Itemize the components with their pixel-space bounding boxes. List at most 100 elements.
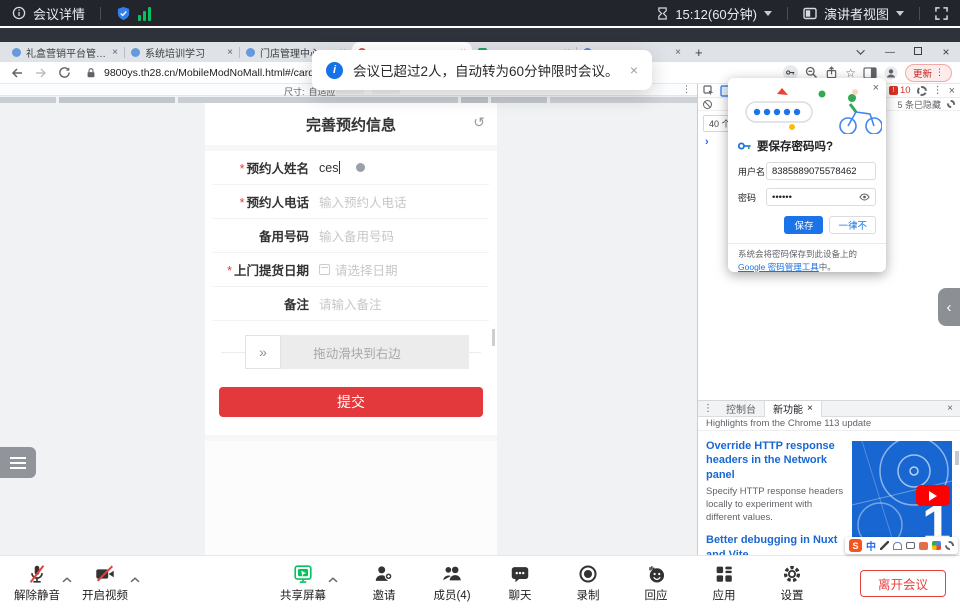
username-input[interactable]: 8385889075578462 <box>766 162 876 180</box>
ime-apps-icon[interactable] <box>932 541 941 550</box>
invite-button[interactable]: 邀请 <box>362 563 406 603</box>
mic-options-chevron-icon[interactable] <box>62 577 72 583</box>
chrome-menu-icon[interactable]: ⋮ <box>935 67 944 78</box>
lock-icon[interactable] <box>85 67 97 79</box>
devtools-settings-icon[interactable] <box>917 86 927 96</box>
sogou-logo[interactable]: S <box>849 539 862 552</box>
whats-new-link[interactable]: Better debugging in Nuxt and Vite <box>706 533 848 555</box>
meeting-info-float-button[interactable] <box>0 447 36 478</box>
show-password-eye-icon[interactable] <box>859 193 870 201</box>
chrome-update-button[interactable]: 更新 ⋮ <box>905 64 952 82</box>
fullscreen-icon[interactable] <box>935 7 948 20</box>
button-label: 共享屏幕 <box>280 587 326 603</box>
network-signal-icon[interactable] <box>138 6 152 21</box>
device-toolbar-menu-icon[interactable]: ⋮ <box>682 84 691 95</box>
tab-whats-new[interactable]: 新功能 × <box>764 401 822 417</box>
password-manager-link[interactable]: Google 密码管理工具 <box>738 262 819 272</box>
devtools-close-icon[interactable]: × <box>949 85 955 97</box>
save-button[interactable]: 保存 <box>784 216 823 234</box>
view-mode-label[interactable]: 演讲者视图 <box>824 4 889 23</box>
button-label: 录制 <box>577 587 600 603</box>
inspect-icon[interactable] <box>703 85 714 96</box>
form-row-remark[interactable]: 备注 请输入备注 <box>213 287 489 321</box>
page-scrollbar[interactable] <box>492 329 495 346</box>
tab-label: 控制台 <box>726 401 756 416</box>
name-input[interactable]: ces <box>319 161 338 175</box>
divider <box>787 7 788 20</box>
window-close-icon[interactable]: × <box>932 45 960 59</box>
reactions-button[interactable]: 回应 <box>634 563 678 603</box>
hidden-messages-label[interactable]: 5 条已隐藏 <box>897 98 941 111</box>
button-label: 邀请 <box>373 587 396 603</box>
leave-meeting-button[interactable]: 离开会议 <box>860 570 946 597</box>
form-row-name[interactable]: *预约人姓名 ces <box>213 151 489 185</box>
banner-close-icon[interactable]: × <box>630 62 638 78</box>
form-row-backup[interactable]: 备用号码 输入备用号码 <box>213 219 489 253</box>
console-settings-icon[interactable] <box>947 100 955 108</box>
tab-close-icon[interactable]: × <box>807 403 813 414</box>
reload-icon[interactable] <box>58 66 71 79</box>
drawer-close-icon[interactable]: × <box>947 403 960 414</box>
browser-tab[interactable]: 礼盒营销平台管理中心 × <box>6 42 124 62</box>
skin-icon[interactable] <box>919 542 928 550</box>
form-row-date[interactable]: *上门提货日期 请选择日期 <box>213 253 489 287</box>
share-screen-button[interactable]: 共享屏幕 <box>280 563 326 603</box>
settings-button[interactable]: 设置 <box>770 563 814 603</box>
side-panel-icon[interactable] <box>863 67 877 79</box>
view-dropdown-icon[interactable] <box>896 11 904 16</box>
remark-input[interactable]: 请输入备注 <box>319 294 382 313</box>
window-menu-icon[interactable] <box>848 47 876 58</box>
info-icon[interactable] <box>12 6 26 20</box>
new-tab-button[interactable]: + <box>695 45 703 60</box>
settings-gear-icon <box>781 563 803 585</box>
window-minimize-icon[interactable]: — <box>876 47 904 58</box>
browser-tab[interactable]: 系统培训学习 × <box>125 42 239 62</box>
dialog-close-icon[interactable]: × <box>873 82 879 94</box>
keyboard-icon[interactable] <box>906 542 915 549</box>
password-illustration <box>732 84 882 134</box>
window-maximize-icon[interactable] <box>904 47 932 58</box>
share-options-chevron-icon[interactable] <box>328 577 338 583</box>
date-picker[interactable]: 请选择日期 <box>319 260 398 279</box>
chat-button[interactable]: 聊天 <box>498 563 542 603</box>
whats-new-link[interactable]: Override HTTP response headers in the Ne… <box>706 439 848 482</box>
tab-console[interactable]: 控制台 <box>718 401 764 417</box>
backup-input[interactable]: 输入备用号码 <box>319 226 394 245</box>
unmute-button[interactable]: 解除静音 <box>14 563 60 603</box>
shield-check-icon[interactable] <box>116 6 131 21</box>
console-error-badge[interactable]: !10 <box>889 85 911 96</box>
members-button[interactable]: 成员(4) <box>430 563 474 603</box>
slider-handle[interactable]: » <box>245 335 281 369</box>
drawer-menu-icon[interactable]: ⋮ <box>698 403 718 414</box>
back-icon[interactable] <box>10 66 24 80</box>
devtools-menu-icon[interactable]: ⋮ <box>933 85 943 96</box>
submit-button[interactable]: 提交 <box>219 387 483 417</box>
meeting-timer[interactable]: 15:12(60分钟) <box>675 4 757 23</box>
record-button[interactable]: 录制 <box>566 563 610 603</box>
ime-mode-toggle[interactable]: 中 <box>866 538 876 553</box>
ime-settings-icon[interactable] <box>945 541 954 550</box>
form-row-phone[interactable]: *预约人电话 输入预约人电话 <box>213 185 489 219</box>
tab-close-icon[interactable]: × <box>112 47 118 58</box>
undo-icon[interactable]: ↺ <box>473 114 485 131</box>
apps-button[interactable]: 应用 <box>702 563 746 603</box>
bookmark-star-icon[interactable]: ☆ <box>845 67 856 79</box>
forward-icon[interactable] <box>34 66 48 80</box>
phone-input[interactable]: 输入预约人电话 <box>319 192 407 211</box>
password-input[interactable]: •••••• <box>766 188 876 206</box>
never-button[interactable]: 一律不 <box>829 216 876 234</box>
layout-view-icon[interactable] <box>803 7 817 20</box>
video-options-chevron-icon[interactable] <box>130 577 140 583</box>
handwriting-icon[interactable] <box>880 541 889 550</box>
panel-expand-handle[interactable]: ‹ <box>938 288 960 326</box>
tab-close-icon[interactable]: × <box>227 47 233 58</box>
youtube-play-button[interactable] <box>916 485 950 506</box>
timer-dropdown-icon[interactable] <box>764 11 772 16</box>
clear-console-icon[interactable] <box>703 100 712 109</box>
tab-close-icon[interactable]: × <box>675 47 681 58</box>
start-video-button[interactable]: 开启视频 <box>82 563 128 603</box>
drawer-scrollbar[interactable] <box>955 451 959 465</box>
profile-avatar[interactable] <box>884 66 898 80</box>
voice-input-icon[interactable] <box>893 542 902 550</box>
tab-label: 新功能 <box>773 401 803 416</box>
